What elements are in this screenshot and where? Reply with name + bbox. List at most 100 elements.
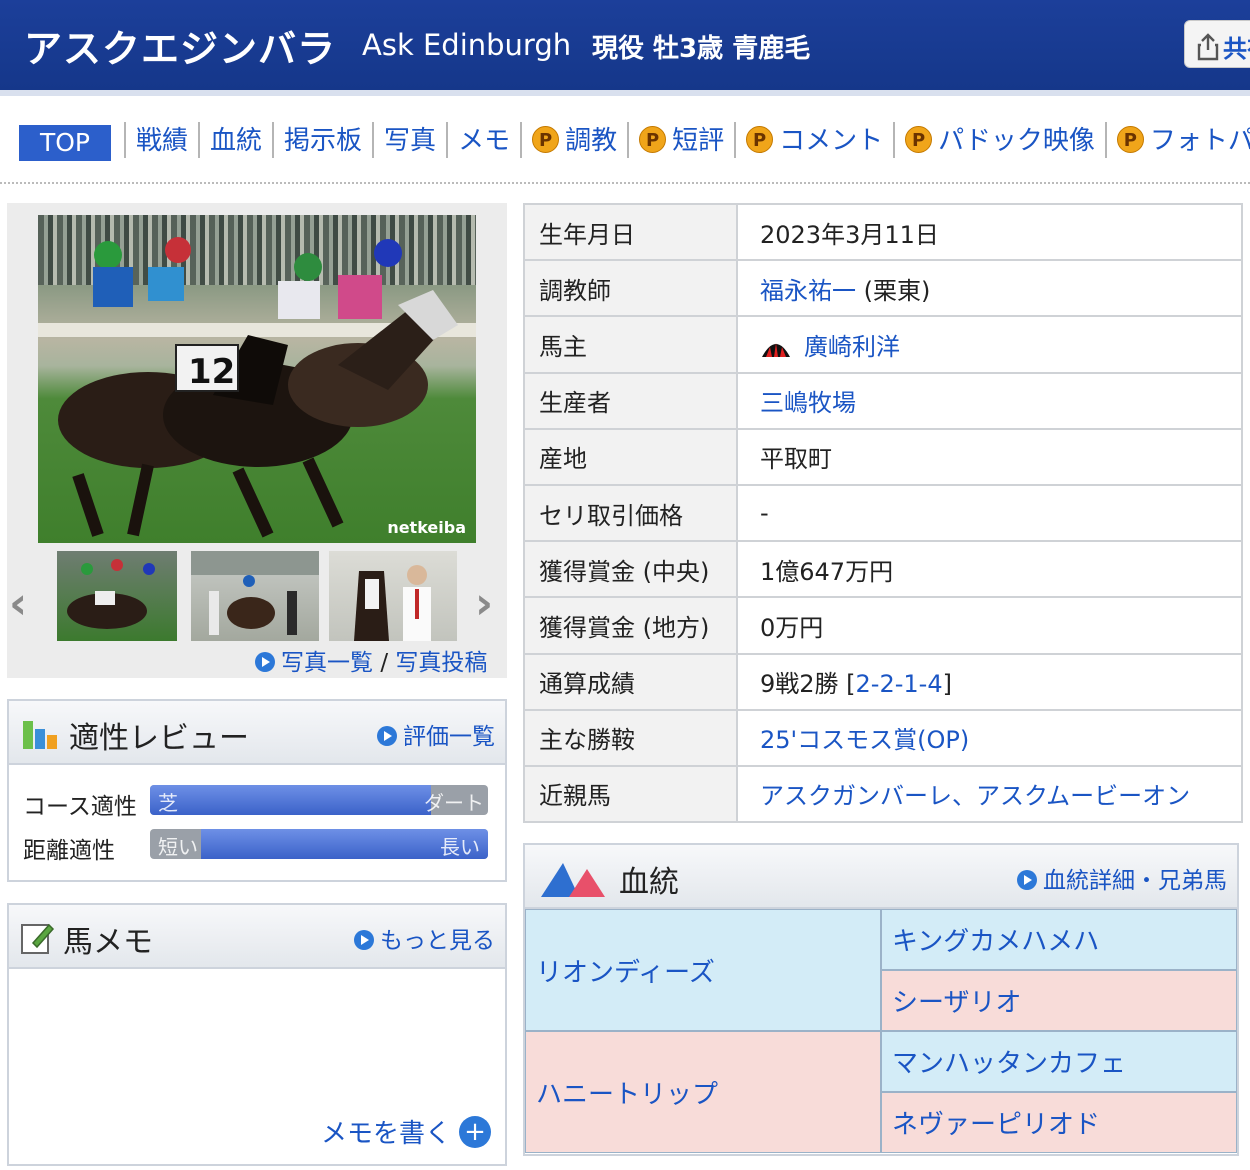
pedigree-sire-sire[interactable]: キングカメハメハ: [881, 909, 1237, 970]
premium-p-icon: P: [746, 126, 774, 153]
thumbnail-2[interactable]: [191, 551, 319, 641]
share-button[interactable]: 共有: [1184, 20, 1250, 68]
course-aptitude-label: コース適性: [23, 794, 137, 820]
tab-label: フォトパドック: [1149, 126, 1250, 156]
arrow-circle-icon: [255, 652, 275, 672]
trainer-link[interactable]: 福永祐一: [760, 277, 856, 305]
photo-list-link[interactable]: 写真一覧: [281, 650, 373, 676]
memo-more-link[interactable]: もっと見る: [354, 921, 495, 955]
relatives-link[interactable]: アスクガンバーレ、アスクムービーオン: [760, 782, 1190, 810]
tab-label: パドック映像: [938, 126, 1095, 156]
tab-7[interactable]: P コメント: [734, 122, 893, 158]
tab-0[interactable]: 戦績: [124, 122, 198, 158]
origin-label: 産地: [523, 427, 738, 486]
record-prefix: 9戦2勝 [: [760, 670, 856, 699]
table-row: 近親馬 アスクガンバーレ、アスクムービーオン: [523, 764, 1243, 824]
tab-nav: TOP 戦績血統掲示板写真メモP調教P短評PコメントPパドック映像Pフォトパドッ…: [0, 118, 1250, 166]
table-row: 生年月日 2023年3月11日: [523, 202, 1243, 262]
tab-6[interactable]: P 短評: [627, 122, 734, 158]
owner-label: 馬主: [523, 315, 738, 374]
watermark: netkeiba: [387, 518, 466, 537]
course-aptitude-bar: 芝 ダート: [150, 785, 488, 815]
pedigree-header: 血統 血統詳細・兄弟馬: [525, 845, 1237, 909]
plus-icon: +: [459, 1116, 491, 1148]
tab-list: 戦績血統掲示板写真メモP調教P短評PコメントPパドック映像Pフォトパドック: [124, 122, 1250, 158]
share-icon: [1197, 33, 1219, 61]
course-left-label: 芝: [158, 791, 178, 815]
tab-label: メモ: [458, 126, 511, 156]
horse-profile-table: 生年月日 2023年3月11日 調教師 福永祐一 (栗東) 馬主 廣崎利洋 生産…: [523, 202, 1243, 824]
photo-post-link[interactable]: 写真投稿: [395, 650, 487, 676]
breeder-label: 生産者: [523, 371, 738, 430]
distance-aptitude-bar: 短い 長い: [150, 829, 488, 859]
thumbnail-3[interactable]: [329, 551, 457, 641]
breeder-link[interactable]: 三嶋牧場: [760, 389, 856, 417]
tab-top[interactable]: TOP: [19, 125, 111, 161]
review-header: 適性レビュー 評価一覧: [9, 701, 505, 765]
pedigree-detail-label: 血統詳細・兄弟馬: [1043, 868, 1227, 894]
thumbnail-1[interactable]: [57, 551, 177, 641]
tab-9[interactable]: Pフォトパドック: [1104, 122, 1250, 158]
share-label: 共有: [1223, 35, 1250, 63]
distance-aptitude-label: 距離適性: [23, 838, 115, 864]
origin-value: 平取町: [736, 427, 1243, 486]
tab-label: 写真: [384, 126, 437, 156]
tab-2[interactable]: 掲示板: [272, 122, 372, 158]
arrow-circle-icon: [377, 726, 397, 746]
record-value: 9戦2勝 [2-2-1-4]: [736, 652, 1243, 711]
review-list-link[interactable]: 評価一覧: [377, 717, 495, 751]
pedigree-title: 血統: [619, 865, 679, 900]
link-separator: /: [380, 650, 389, 676]
tab-label: 血統: [210, 126, 263, 156]
pedigree-dam[interactable]: ハニートリップ: [525, 1031, 881, 1153]
premium-p-icon: P: [1116, 126, 1144, 153]
race-illustration: 12: [58, 237, 458, 538]
review-list-link-label: 評価一覧: [403, 724, 495, 750]
premium-p-icon: P: [905, 126, 933, 153]
table-row: 産地 平取町: [523, 427, 1243, 486]
pedigree-sire-dam[interactable]: シーザリオ: [881, 970, 1237, 1031]
table-row: 通算成績 9戦2勝 [2-2-1-4]: [523, 652, 1243, 711]
relatives-label: 近親馬: [523, 764, 738, 824]
tab-label: 短評: [672, 126, 725, 156]
owner-link[interactable]: 廣崎利洋: [804, 333, 900, 361]
tab-4[interactable]: メモ: [446, 122, 520, 158]
birth-label: 生年月日: [523, 202, 738, 262]
wins-link[interactable]: 25'コスモス賞(OP): [760, 726, 969, 754]
pedigree-sire[interactable]: リオンディーズ: [525, 909, 881, 1031]
tab-3[interactable]: 写真: [372, 122, 446, 158]
trainer-value: 福永祐一 (栗東): [736, 259, 1243, 318]
page-header: アスクエジンバラ Ask Edinburgh 現役 牡3歳 青鹿毛 共有: [0, 0, 1250, 96]
distance-left-label: 短い: [158, 835, 198, 859]
aptitude-review-panel: 適性レビュー 評価一覧 コース適性 芝 ダート 距離適性 短い 長い: [7, 699, 507, 882]
pedigree-detail-link[interactable]: 血統詳細・兄弟馬: [1017, 861, 1227, 895]
auction-value: -: [736, 483, 1243, 543]
tab-label: 戦績: [136, 126, 189, 156]
write-memo-button[interactable]: メモを書く +: [321, 1113, 491, 1150]
main-photo[interactable]: 12 netkeiba: [38, 215, 476, 543]
tab-1[interactable]: 血統: [198, 122, 272, 158]
pedigree-dam-sire[interactable]: マンハッタンカフェ: [881, 1031, 1237, 1092]
tab-8[interactable]: P パドック映像: [893, 122, 1105, 158]
wins-label: 主な勝鞍: [523, 708, 738, 767]
pedigree-dam-dam[interactable]: ネヴァーピリオド: [881, 1092, 1237, 1153]
table-row: 主な勝鞍 25'コスモス賞(OP): [523, 708, 1243, 767]
table-row: 調教師 福永祐一 (栗東): [523, 259, 1243, 318]
record-suffix: ]: [942, 670, 952, 699]
prize-central-value: 1億647万円: [736, 540, 1243, 599]
tab-label: 掲示板: [284, 126, 363, 156]
auction-label: セリ取引価格: [523, 483, 738, 543]
chevron-left-icon[interactable]: ‹: [9, 578, 27, 629]
pedigree-panel: 血統 血統詳細・兄弟馬 リオンディーズ キングカメハメハ シーザリオ ハニートリ…: [523, 843, 1239, 1156]
divider: [0, 182, 1250, 184]
chevron-right-icon[interactable]: ›: [475, 578, 493, 629]
birth-value: 2023年3月11日: [736, 202, 1243, 262]
prize-local-value: 0万円: [736, 596, 1243, 655]
tab-5[interactable]: P 調教: [520, 122, 627, 158]
photo-panel: 12 netkeiba ‹ › 写真一覧 / 写真投稿: [7, 203, 507, 678]
course-right-label: ダート: [424, 791, 484, 815]
course-aptitude-fill: [150, 785, 431, 815]
write-memo-label: メモを書く: [320, 1119, 451, 1149]
horse-memo-panel: 馬メモ もっと見る メモを書く +: [7, 903, 507, 1166]
record-link[interactable]: 2-2-1-4: [856, 670, 943, 698]
